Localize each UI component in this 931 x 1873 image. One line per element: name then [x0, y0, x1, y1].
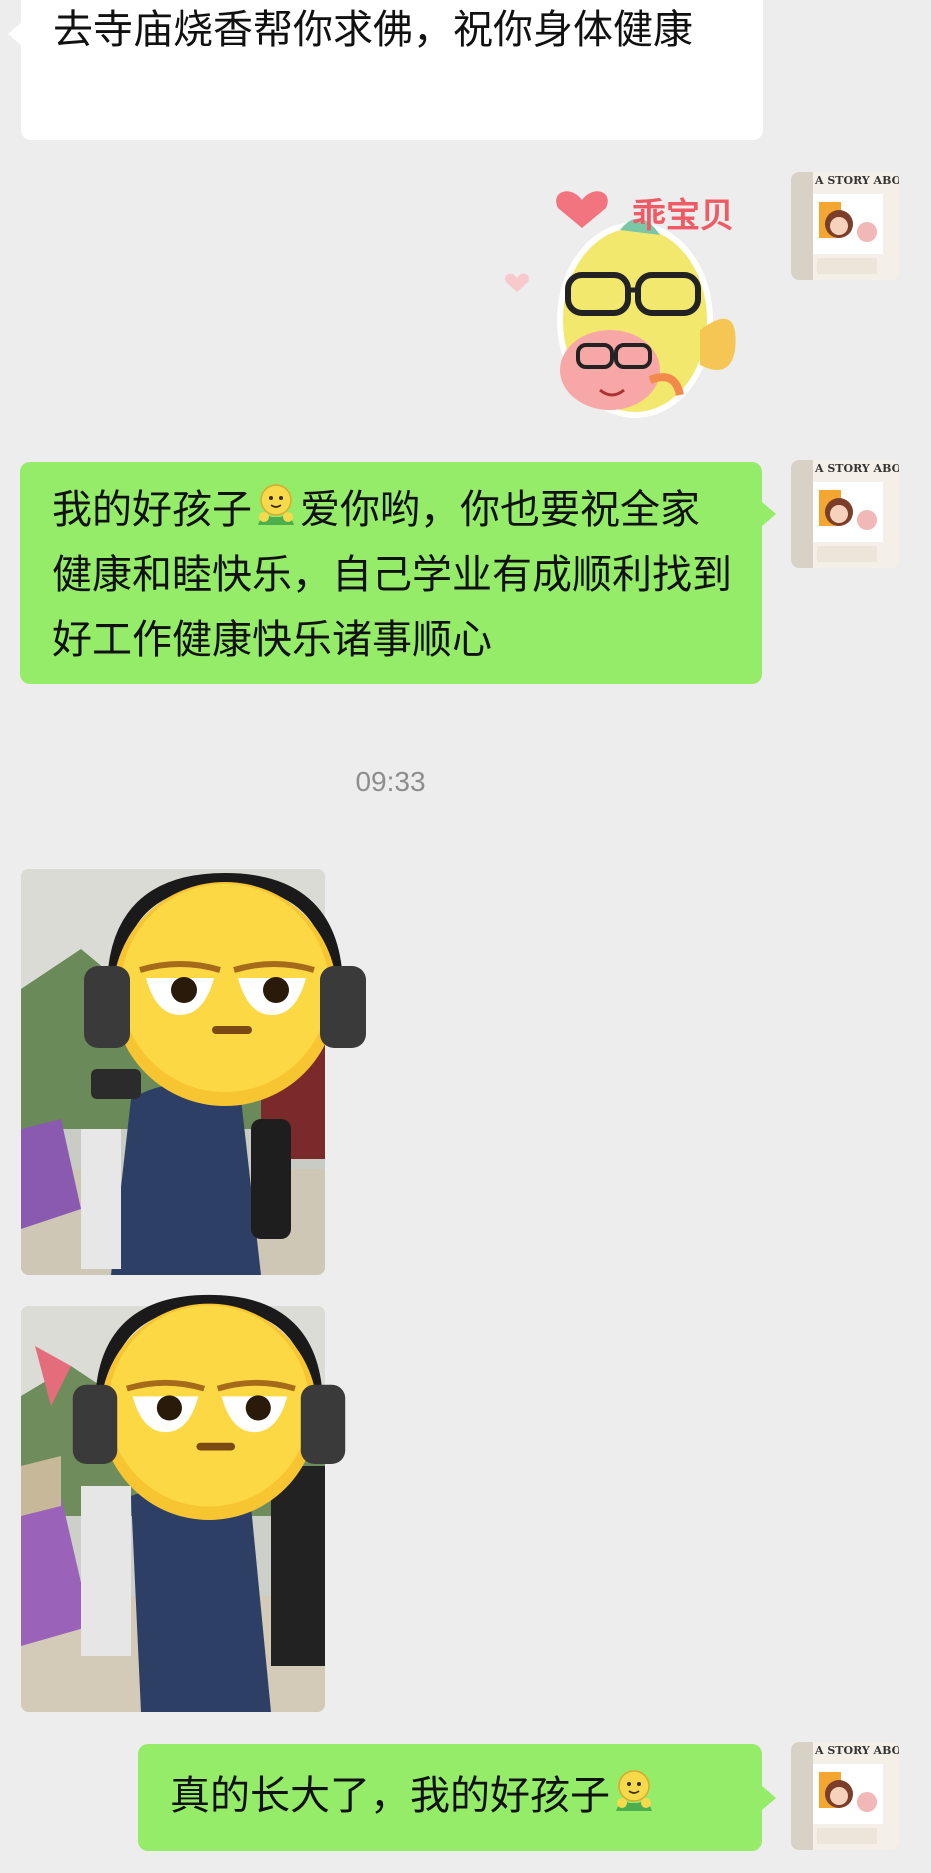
bubble-tail: [8, 22, 22, 46]
avatar-text: A STORY ABOUT U: [815, 174, 899, 187]
avatar-image: [791, 460, 899, 568]
avatar-image: [791, 1742, 899, 1850]
avatar-text: A STORY ABOUT U: [815, 1744, 899, 1757]
headphones-sleepy-emoji-icon: [84, 872, 366, 1106]
hug-emoji-icon: [252, 483, 300, 529]
user-avatar[interactable]: A STORY ABOUT U: [791, 1742, 899, 1850]
outgoing-message-bubble[interactable]: 我的好孩子 爱你哟，你也要祝全家健康和睦快乐，自己学业有成顺利找到好工作健康快乐诸…: [20, 462, 762, 684]
user-avatar[interactable]: A STORY ABOUT U: [791, 460, 899, 568]
sticker-caption: 乖宝贝: [632, 196, 734, 236]
headphones-sleepy-emoji-icon: [72, 1294, 346, 1520]
bubble-tail: [762, 1786, 776, 1810]
message-text: 真的长大了，我的好孩子: [170, 1773, 610, 1819]
incoming-message-bubble[interactable]: 去寺庙烧香帮你求佛，祝你身体健康: [21, 0, 763, 140]
bubble-tail: [762, 502, 776, 526]
outgoing-message-bubble[interactable]: 真的长大了，我的好孩子: [138, 1744, 762, 1851]
sticker-message[interactable]: 乖宝贝: [500, 180, 750, 430]
message-text: 去寺庙烧香帮你求佛，祝你身体健康: [53, 7, 693, 53]
avatar-image: [791, 172, 899, 280]
hug-emoji-icon: [610, 1769, 658, 1815]
user-avatar[interactable]: A STORY ABOUT U: [791, 172, 899, 280]
message-text: 我的好孩子: [52, 487, 252, 533]
avatar-text: A STORY ABOUT U: [815, 462, 899, 475]
chat-timestamp: 09:33: [355, 766, 426, 797]
